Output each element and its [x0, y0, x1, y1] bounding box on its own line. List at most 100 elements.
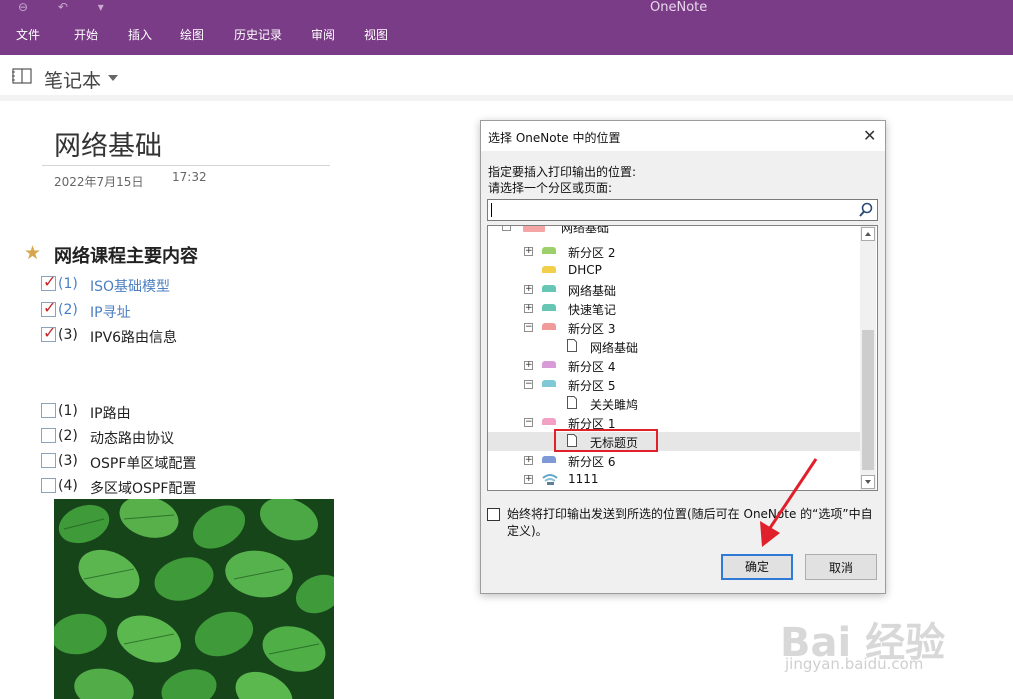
- undo-icon[interactable]: ↶: [58, 0, 68, 14]
- tree-item-label: 新分区 5: [568, 379, 616, 393]
- tree-item-label: 网络基础: [590, 341, 639, 355]
- collapse-icon[interactable]: −: [524, 323, 533, 332]
- tree-item-label: 新分区 3: [568, 322, 616, 336]
- expand-icon[interactable]: +: [524, 247, 533, 256]
- close-icon[interactable]: ✕: [863, 126, 876, 145]
- dialog-title: 选择 OneNote 中的位置: [488, 131, 621, 145]
- tree-item-label: 网络基础: [561, 225, 610, 235]
- checkbox-unchecked[interactable]: [41, 453, 56, 468]
- dialog-titlebar: 选择 OneNote 中的位置 ✕: [481, 121, 885, 151]
- item-number: (1): [58, 403, 78, 419]
- checkbox-unchecked[interactable]: [41, 478, 56, 493]
- always-send-checkbox[interactable]: [487, 508, 500, 521]
- item-number: (2): [58, 302, 78, 318]
- expand-icon[interactable]: +: [524, 456, 533, 465]
- tree-item-label: 新分区 2: [568, 246, 616, 260]
- tree-item-label: 快速笔记: [568, 303, 617, 317]
- notebook-icon: [523, 226, 545, 232]
- tree-item-label: 新分区 6: [568, 455, 616, 469]
- title-bar: ⊖ ↶ ▾ OneNote 文件 开始 插入 绘图 历史记录 审阅 视图: [0, 0, 1013, 55]
- tree-item-section[interactable]: + 新分区 2: [488, 242, 860, 261]
- section-group-icon: [542, 474, 558, 485]
- section-tab-icon: [542, 304, 556, 311]
- collapse-icon[interactable]: −: [524, 380, 533, 389]
- checkbox-checked[interactable]: ✓: [41, 298, 56, 317]
- item-text: 多区域OSPF配置: [90, 481, 197, 497]
- tree-scrollbar[interactable]: [860, 226, 876, 490]
- app-title: OneNote: [650, 0, 708, 15]
- item-text: OSPF单区域配置: [90, 456, 197, 472]
- tree-item-section[interactable]: + 新分区 4: [488, 356, 860, 375]
- item-text: IP寻址: [90, 305, 131, 321]
- notebook-icon: [12, 68, 32, 84]
- section-tab-icon: [542, 361, 556, 368]
- chevron-down-icon[interactable]: [108, 75, 118, 81]
- checkbox-unchecked[interactable]: [41, 428, 56, 443]
- checkmark-icon: ✓: [43, 272, 57, 291]
- ok-button[interactable]: 确定: [721, 554, 793, 580]
- tree-item-label: 关关雎鸠: [590, 398, 639, 412]
- item-text: ISO基础模型: [90, 279, 171, 295]
- highlight-box: [554, 429, 658, 452]
- baidu-watermark: Bai 经验 jingyan.baidu.com: [780, 590, 980, 690]
- scroll-up-button[interactable]: [861, 227, 875, 241]
- item-number: (1): [58, 276, 78, 292]
- tab-review[interactable]: 审阅: [311, 26, 335, 43]
- tree-item-section[interactable]: − 新分区 5: [488, 375, 860, 394]
- leaves-photo[interactable]: [54, 499, 334, 699]
- page-date: 2022年7月15日: [54, 175, 144, 189]
- tree-item-page-selected[interactable]: 无标题页: [488, 432, 860, 451]
- tree-item-label: DHCP: [568, 263, 602, 277]
- tree-item-notebook[interactable]: − 网络基础: [488, 225, 860, 236]
- tree-item-section[interactable]: + 网络基础: [488, 280, 860, 299]
- leaves-image: [54, 499, 334, 699]
- tree-item-section[interactable]: + 快速笔记: [488, 299, 860, 318]
- scroll-down-button[interactable]: [861, 475, 875, 489]
- tab-file[interactable]: 文件: [16, 26, 40, 43]
- prompt-location: 指定要插入打印输出的位置:: [488, 165, 637, 179]
- prompt-select: 请选择一个分区或页面:: [488, 181, 613, 195]
- checkbox-checked[interactable]: ✓: [41, 323, 56, 342]
- tree-item-page[interactable]: 关关雎鸠: [488, 394, 860, 413]
- watermark-url: jingyan.baidu.com: [785, 655, 924, 673]
- expand-icon[interactable]: +: [524, 285, 533, 294]
- checkmark-icon: ✓: [43, 323, 57, 342]
- expand-icon[interactable]: +: [524, 361, 533, 370]
- page-title[interactable]: 网络基础: [54, 124, 162, 163]
- tab-home[interactable]: 开始: [74, 26, 98, 43]
- content-heading[interactable]: 网络课程主要内容: [54, 242, 198, 268]
- search-input[interactable]: [487, 199, 878, 221]
- notebook-name[interactable]: 笔记本: [44, 66, 101, 93]
- section-tab-icon: [542, 266, 556, 273]
- page-icon: [567, 396, 577, 409]
- customize-toolbar-icon[interactable]: ▾: [98, 0, 104, 14]
- tab-draw[interactable]: 绘图: [180, 26, 204, 43]
- tab-history[interactable]: 历史记录: [234, 26, 282, 43]
- tree-item-section[interactable]: − 新分区 3: [488, 318, 860, 337]
- tree-item-section[interactable]: − 新分区 1: [488, 413, 860, 432]
- divider: [0, 95, 1013, 101]
- collapse-icon[interactable]: −: [524, 418, 533, 427]
- section-tab-icon: [542, 456, 556, 463]
- item-text: IP路由: [90, 406, 131, 422]
- checkbox-unchecked[interactable]: [41, 403, 56, 418]
- star-icon: ★: [24, 242, 42, 264]
- location-tree[interactable]: − 网络基础 + 新分区 2 DHCP + 网络基础 + 快速笔记 − 新分区 …: [487, 225, 878, 491]
- checkbox-checked[interactable]: ✓: [41, 272, 56, 291]
- tree-item-page[interactable]: 网络基础: [488, 337, 860, 356]
- collapse-icon[interactable]: −: [502, 226, 511, 231]
- red-arrow-icon: [760, 458, 818, 547]
- tree-item-section[interactable]: DHCP: [488, 261, 860, 280]
- quick-access-toolbar: ⊖ ↶ ▾: [18, 0, 130, 14]
- search-icon[interactable]: [858, 202, 874, 218]
- section-tab-icon: [542, 380, 556, 387]
- tab-view[interactable]: 视图: [364, 26, 388, 43]
- expand-icon[interactable]: +: [524, 304, 533, 313]
- tab-insert[interactable]: 插入: [128, 26, 152, 43]
- cancel-button[interactable]: 取消: [805, 554, 877, 580]
- scroll-thumb[interactable]: [862, 330, 874, 470]
- tree-item-label: 1111: [568, 472, 599, 486]
- notebook-bar: 笔记本: [0, 55, 1013, 96]
- back-icon[interactable]: ⊖: [18, 0, 28, 14]
- expand-icon[interactable]: +: [524, 475, 533, 484]
